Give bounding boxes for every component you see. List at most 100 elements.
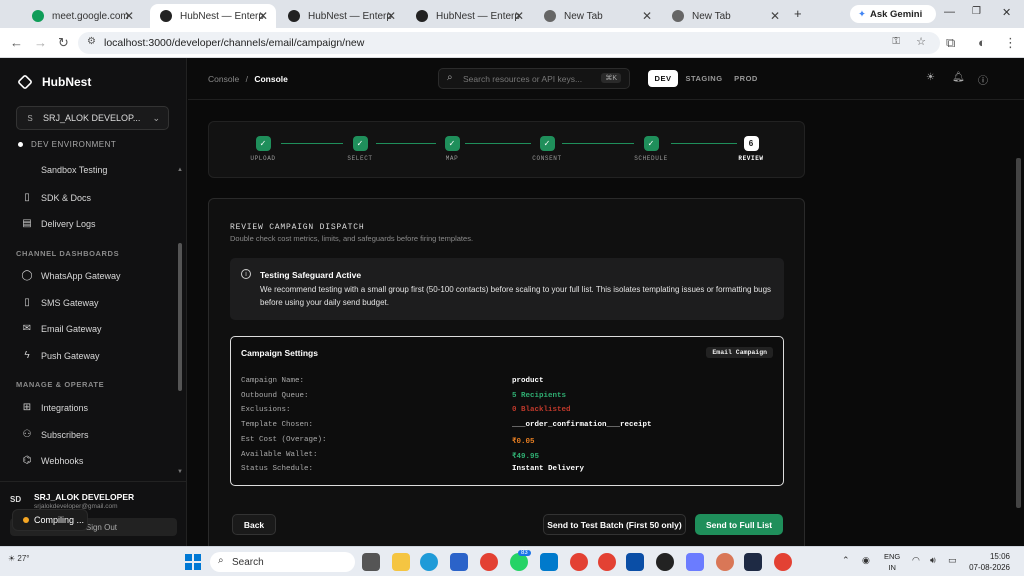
chrome-icon[interactable] (570, 553, 588, 571)
close-icon[interactable]: ✕ (258, 9, 268, 23)
scroll-down-icon[interactable]: ▼ (177, 469, 183, 475)
close-icon[interactable]: ✕ (642, 9, 652, 23)
extensions-icon[interactable]: ⧉ (946, 35, 955, 51)
sidebar-item-integrations[interactable]: ⊞ Integrations (20, 402, 88, 413)
chrome-icon[interactable] (480, 553, 498, 571)
sidebar-item-delivery-logs[interactable]: ▤ Delivery Logs (20, 218, 95, 229)
env-tab-dev[interactable]: DEV (648, 70, 678, 87)
compiling-indicator: Compiling ... (12, 509, 88, 531)
reload-icon[interactable]: ↻ (58, 35, 69, 51)
step-map[interactable]: ✓ MAP (432, 136, 472, 162)
user-name: SRJ_ALOK DEVELOPER (34, 492, 135, 502)
file-explorer-icon[interactable] (392, 553, 410, 571)
close-icon[interactable]: ✕ (386, 9, 396, 23)
browser-tab[interactable]: New Tab ✕ (534, 4, 660, 28)
hubnest-tab-icon (160, 10, 172, 22)
bell-icon[interactable]: 🔔︎ (952, 72, 965, 83)
browser-tab[interactable]: meet.google.com ✕ (22, 4, 142, 28)
search-input[interactable]: ⌕ Search resources or API keys... ⌘K (438, 68, 630, 89)
star-icon[interactable]: ☆ (916, 35, 926, 48)
step-connector (562, 143, 634, 144)
back-arrow-icon[interactable]: ← (10, 35, 23, 50)
sidebar-item-email-gateway[interactable]: ✉ Email Gateway (20, 323, 102, 334)
close-icon[interactable]: ✕ (514, 9, 524, 23)
store-icon[interactable] (450, 553, 468, 571)
breadcrumb-parent[interactable]: Console (208, 74, 239, 84)
check-icon: ✓ (255, 136, 271, 151)
scroll-up-icon[interactable]: ▲ (177, 167, 183, 173)
wifi-icon[interactable]: ◠ (912, 555, 920, 566)
env-tab-prod[interactable]: PROD (730, 70, 762, 87)
volume-icon[interactable]: 🔊︎ (930, 555, 936, 566)
vscode-icon[interactable] (540, 553, 558, 571)
claude-icon[interactable] (716, 553, 734, 571)
task-view-icon[interactable] (362, 553, 380, 571)
step-connector (281, 143, 343, 144)
browser-tab[interactable]: New Tab ✕ (662, 4, 788, 28)
browser-tab[interactable]: HubNest — Enterprise ✕ (406, 4, 532, 28)
network-status-icon[interactable]: ◉ (862, 555, 870, 566)
shortcut-badge: ⌘K (601, 73, 621, 83)
sidebar-item-subscribers[interactable]: ⚇ Subscribers (20, 429, 89, 440)
alert-body: We recommend testing with a small group … (260, 285, 772, 307)
step-upload[interactable]: ✓ UPLOAD (243, 136, 283, 162)
sun-icon[interactable]: ☀ (926, 72, 935, 83)
menu-icon[interactable]: ⋮ (1004, 35, 1017, 51)
chrome-icon[interactable] (598, 553, 616, 571)
battery-icon[interactable]: ▭ (948, 555, 957, 566)
chatgpt-icon[interactable] (656, 553, 674, 571)
site-info-icon[interactable]: ⚙ (87, 36, 96, 47)
browser-tab[interactable]: HubNest — Enterprise ✕ (278, 4, 404, 28)
brand[interactable]: HubNest (17, 74, 91, 90)
page-scrollbar[interactable] (1016, 158, 1021, 508)
close-icon[interactable]: ✕ (124, 9, 134, 23)
restore-icon[interactable]: ❐ (972, 6, 981, 17)
system-clock[interactable]: 15:06 07-08-2026 (969, 551, 1010, 573)
sidebar-item-whatsapp-gateway[interactable]: ◯ WhatsApp Gateway (20, 270, 120, 281)
key-icon[interactable]: ⚿ (892, 36, 900, 47)
chrome-icon[interactable] (774, 553, 792, 571)
taskbar-search[interactable]: ⌕ Search (210, 552, 355, 572)
step-select[interactable]: ✓ SELECT (340, 136, 380, 162)
settings-key: Outbound Queue: (241, 391, 309, 400)
step-review[interactable]: 6 REVIEW (731, 136, 771, 162)
outlook-icon[interactable] (626, 553, 644, 571)
sidebar-item-sms-gateway[interactable]: ▯ SMS Gateway (20, 297, 98, 308)
edge-icon[interactable] (420, 553, 438, 571)
campaign-stepper: ✓ UPLOAD ✓ SELECT ✓ MAP ✓ CONSENT ✓ SCHE… (208, 121, 805, 178)
sidebar-item-sdk-docs[interactable]: ▯ SDK & Docs (20, 192, 91, 203)
env-tab-staging[interactable]: STAGING (684, 70, 724, 87)
language-indicator[interactable]: ENG IN (884, 551, 900, 573)
window-close-icon[interactable]: ✕ (1002, 6, 1011, 19)
step-connector (671, 143, 737, 144)
profile-icon[interactable]: ◐ (978, 35, 986, 50)
app-icon[interactable] (686, 553, 704, 571)
back-button[interactable]: Back (232, 514, 276, 535)
sidebar-item-push-gateway[interactable]: ϟ Push Gateway (20, 350, 99, 361)
bolt-icon: ϟ (24, 350, 30, 361)
start-button[interactable] (184, 553, 202, 571)
send-test-batch-button[interactable]: Send to Test Batch (First 50 only) (543, 514, 686, 535)
grid-icon: ⊞ (22, 402, 32, 413)
help-icon[interactable]: ⓘ (978, 72, 988, 87)
account-switcher[interactable]: S SRJ_ALOK DEVELOP... ⌄ (16, 106, 169, 130)
close-icon[interactable]: ✕ (770, 9, 780, 23)
minimize-icon[interactable]: — (944, 6, 955, 18)
check-icon: ✓ (539, 136, 555, 151)
review-subtitle: Double check cost metrics, limits, and s… (230, 234, 474, 243)
url-input[interactable]: ⚙ localhost:3000/developer/channels/emai… (78, 32, 940, 54)
step-schedule[interactable]: ✓ SCHEDULE (631, 136, 671, 162)
step-consent[interactable]: ✓ CONSENT (527, 136, 567, 162)
ask-gemini-button[interactable]: ✦ Ask Gemini (850, 5, 936, 23)
new-tab-button[interactable]: + (794, 6, 802, 21)
log-icon: ▤ (22, 218, 32, 229)
sidebar-item-webhooks[interactable]: ⌬ Webhooks (20, 455, 84, 466)
browser-tab-active[interactable]: HubNest — Enterprise ✕ (150, 4, 276, 28)
sidebar-item-sandbox-testing[interactable]: Sandbox Testing (20, 165, 107, 175)
send-full-list-button[interactable]: Send to Full List (695, 514, 783, 535)
weather-widget[interactable]: ☀︎ 27° (8, 554, 30, 563)
forward-arrow-icon[interactable]: → (34, 35, 47, 50)
app-icon[interactable] (744, 553, 762, 571)
sidebar-scrollbar[interactable] (178, 243, 182, 391)
chevron-up-icon[interactable]: ⌃ (842, 555, 850, 566)
